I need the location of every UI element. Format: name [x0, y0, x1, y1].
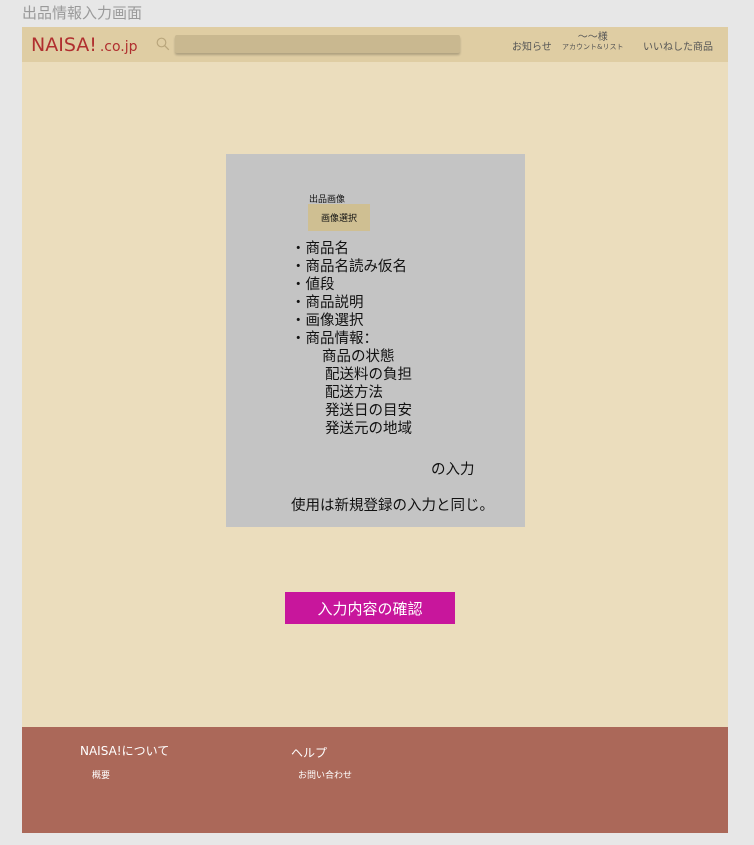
footer-contact-link[interactable]: お問い合わせ	[298, 768, 352, 781]
list-sub-item: 発送日の目安	[325, 403, 412, 419]
list-sub-item: 商品の状態	[322, 349, 395, 365]
list-sub-item: 配送料の負担	[325, 367, 412, 383]
confirm-input-button[interactable]: 入力内容の確認	[285, 592, 455, 624]
list-item: ・商品名読み仮名	[291, 259, 407, 275]
list-item: ・商品説明	[291, 295, 364, 311]
header: NAISA! .co.jp お知らせ 〜〜様 アカウント&リスト いいねした商品	[22, 27, 728, 62]
usage-note: 使用は新規登録の入力と同じ。	[291, 498, 494, 514]
footer-help-title[interactable]: ヘルプ	[291, 744, 327, 761]
list-sub-item: 発送元の地域	[325, 421, 412, 437]
logo-main: NAISA!	[31, 34, 97, 56]
logo[interactable]: NAISA! .co.jp	[31, 34, 138, 56]
footer-overview-link[interactable]: 概要	[92, 768, 110, 781]
page-frame: NAISA! .co.jp お知らせ 〜〜様 アカウント&リスト いいねした商品 …	[22, 27, 728, 833]
listing-form-card: 出品画像 画像選択 ・商品名 ・商品名読み仮名 ・値段 ・商品説明 ・画像選択 …	[226, 154, 525, 527]
account-sub-label: アカウント&リスト	[562, 43, 624, 51]
list-item: ・商品情報：	[291, 331, 378, 347]
list-sub-item: 配送方法	[325, 385, 383, 401]
input-note: の入力	[431, 462, 475, 478]
footer-about-title[interactable]: NAISA!について	[80, 742, 169, 759]
search-icon[interactable]	[156, 37, 170, 51]
account-menu[interactable]: 〜〜様 アカウント&リスト	[562, 32, 623, 52]
list-item: ・値段	[291, 277, 335, 293]
select-image-button[interactable]: 画像選択	[308, 204, 370, 231]
logo-domain: .co.jp	[99, 39, 138, 55]
list-item: ・商品名	[291, 241, 349, 257]
liked-items-link[interactable]: いいねした商品	[643, 38, 713, 53]
footer: NAISA!について 概要 ヘルプ お問い合わせ	[22, 727, 728, 833]
search-input[interactable]	[175, 35, 460, 53]
input-field-list: ・商品名 ・商品名読み仮名 ・値段 ・商品説明 ・画像選択 ・商品情報： 商品の…	[291, 240, 412, 438]
news-link[interactable]: お知らせ	[512, 38, 552, 53]
account-name: 〜〜様	[577, 32, 608, 43]
page-title: 出品情報入力画面	[22, 4, 143, 22]
list-item: ・画像選択	[291, 313, 364, 329]
